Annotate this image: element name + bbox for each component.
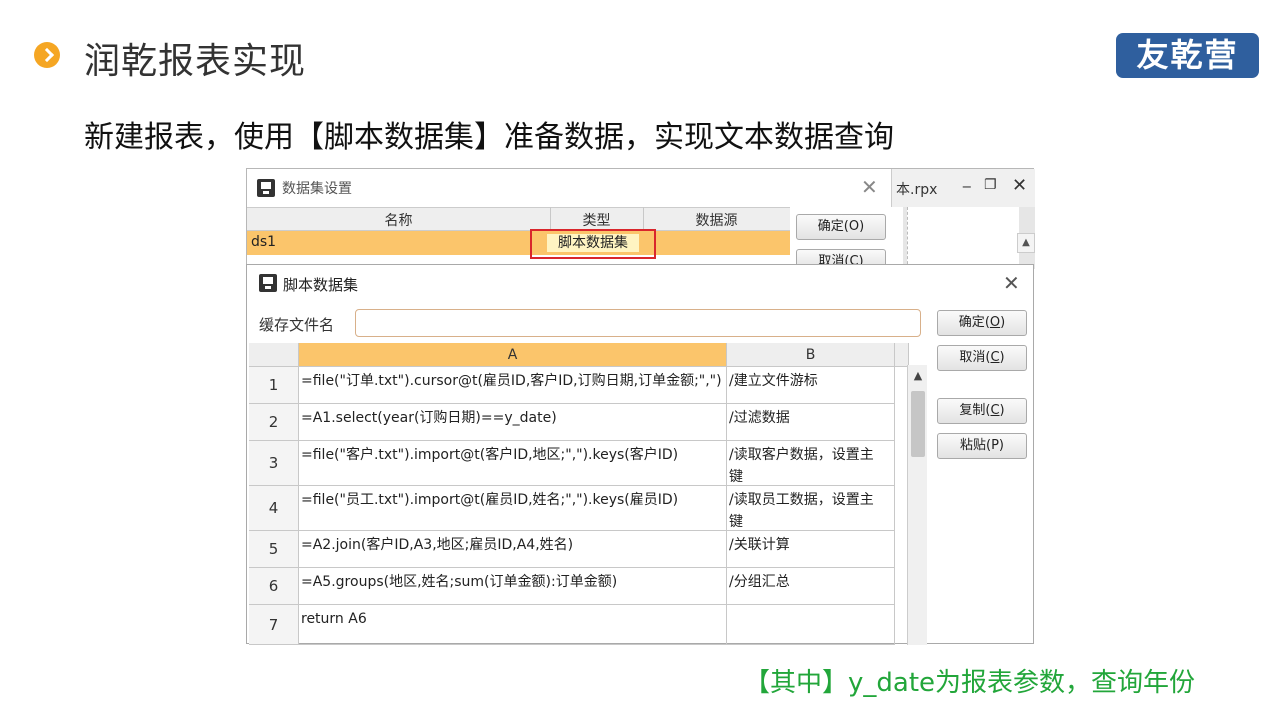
column-header-source: 数据源 (695, 213, 738, 229)
cell-a1[interactable]: =file("订单.txt").cursor@t(雇员ID,客户ID,订购日期,… (299, 367, 727, 404)
cell-a2[interactable]: =A1.select(year(订购日期)==y_date) (299, 404, 727, 441)
row-number[interactable]: 1 (249, 367, 299, 404)
dataset-settings-ok-button[interactable]: 确定(O) (796, 214, 886, 240)
dataset-settings-title: 数据集设置 (282, 181, 352, 197)
ok-label: 确定 (958, 315, 985, 330)
background-canvas (907, 207, 1019, 269)
cell-a6[interactable]: =A5.groups(地区,姓名;sum(订单金额):订单金额) (299, 568, 727, 605)
app-icon (259, 274, 277, 292)
copy-shortcut: C (990, 403, 1000, 418)
cell-a7[interactable]: return A6 (299, 605, 727, 645)
scrollbar-thumb[interactable] (911, 391, 925, 457)
paste-label: 粘贴 (959, 438, 986, 453)
row-number[interactable]: 6 (249, 568, 299, 605)
cell-b4[interactable]: /读取员工数据，设置主键 (727, 486, 895, 531)
row-number[interactable]: 3 (249, 441, 299, 486)
cell-b6[interactable]: /分组汇总 (727, 568, 895, 605)
cell-a4[interactable]: =file("员工.txt").import@t(雇员ID,姓名;",").ke… (299, 486, 727, 531)
grid-corner (249, 343, 299, 367)
cell-b1[interactable]: /建立文件游标 (727, 367, 895, 404)
cell-b7[interactable] (727, 605, 895, 645)
dataset-name-cell[interactable]: ds1 (251, 234, 276, 250)
paste-shortcut: P (991, 438, 999, 453)
column-divider (643, 207, 644, 231)
dataset-table-header: 名称 类型 数据源 (247, 207, 790, 231)
cancel-shortcut: C (990, 350, 1000, 365)
paste-button[interactable]: 粘贴(P) (937, 433, 1027, 459)
dataset-settings-window: 数据集设置 ✕ 本.rpx ‒ ❐ ✕ ▲ 名称 类型 数据源 ds1 脚本数据… (246, 168, 1035, 269)
script-cancel-button[interactable]: 取消(C) (937, 345, 1027, 371)
footnote: 【其中】y_date为报表参数，查询年份 (744, 668, 1196, 698)
script-dataset-dialog: 脚本数据集 ✕ 缓存文件名 确定(O) 取消(C) 复制(C) 粘贴(P) A … (246, 264, 1034, 645)
close-icon[interactable]: ✕ (1003, 271, 1020, 295)
brand-logo: 友乾营 (1116, 33, 1259, 78)
highlight-box (530, 229, 656, 259)
scroll-up-icon[interactable]: ▲ (908, 365, 928, 387)
restore-icon[interactable]: ❐ (984, 177, 997, 193)
dataset-row-selected[interactable]: ds1 脚本数据集 (247, 231, 790, 255)
row-number[interactable]: 5 (249, 531, 299, 568)
slide-subtitle: 新建报表，使用【脚本数据集】准备数据，实现文本数据查询 (84, 120, 894, 155)
script-ok-button[interactable]: 确定(O) (937, 310, 1027, 336)
cell-b3[interactable]: /读取客户数据，设置主键 (727, 441, 895, 486)
vertical-scrollbar[interactable]: ▲ (907, 365, 927, 645)
minimize-icon[interactable]: ‒ (962, 177, 972, 195)
bullet-chevron-icon (34, 42, 60, 68)
row-number[interactable]: 4 (249, 486, 299, 531)
dataset-settings-titlebar: 数据集设置 ✕ (247, 169, 907, 207)
cancel-label: 取消 (959, 350, 986, 365)
copy-button[interactable]: 复制(C) (937, 398, 1027, 424)
script-dataset-title: 脚本数据集 (283, 276, 359, 294)
column-header-type: 类型 (582, 213, 611, 229)
cell-a3[interactable]: =file("客户.txt").import@t(客户ID,地区;",").ke… (299, 441, 727, 486)
column-header-a[interactable]: A (299, 343, 727, 367)
cache-filename-input[interactable] (355, 309, 921, 337)
column-header-name: 名称 (384, 213, 413, 229)
app-icon (257, 179, 275, 197)
column-divider (550, 207, 551, 231)
slide-title: 润乾报表实现 (84, 41, 307, 82)
cell-b2[interactable]: /过滤数据 (727, 404, 895, 441)
scroll-up-icon[interactable]: ▲ (1017, 233, 1035, 253)
close-icon[interactable]: ✕ (1012, 175, 1027, 196)
script-grid: A B 1 =file("订单.txt").cursor@t(雇员ID,客户ID… (249, 343, 909, 645)
cell-a5[interactable]: =A2.join(客户ID,A3,地区;雇员ID,A4,姓名) (299, 531, 727, 568)
background-tab-label: 本.rpx (896, 182, 938, 198)
row-number[interactable]: 2 (249, 404, 299, 441)
column-header-extra (895, 343, 909, 367)
background-report-tab[interactable]: 本.rpx ‒ ❐ ✕ (891, 169, 1035, 207)
close-icon[interactable]: ✕ (861, 175, 878, 199)
row-number[interactable]: 7 (249, 605, 299, 645)
column-header-b[interactable]: B (727, 343, 895, 367)
cell-b5[interactable]: /关联计算 (727, 531, 895, 568)
ok-shortcut: O (989, 315, 1001, 330)
cache-filename-label: 缓存文件名 (259, 316, 335, 334)
copy-label: 复制 (959, 403, 986, 418)
